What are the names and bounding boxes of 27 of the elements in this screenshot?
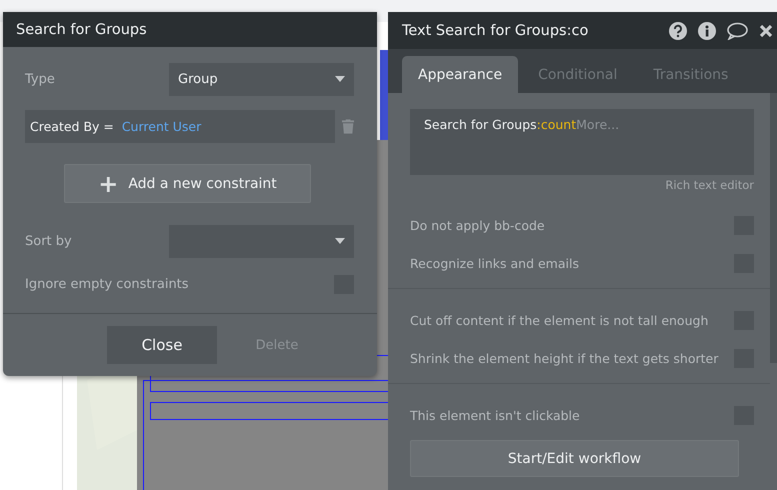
workflow-button[interactable]: Start/Edit workflow <box>410 440 739 477</box>
close-icon[interactable] <box>759 24 773 38</box>
field-label: Type <box>25 72 55 86</box>
comment-icon[interactable] <box>727 22 748 40</box>
checkbox-label: Do not apply bb-code <box>410 218 545 232</box>
dialog-title: Search for Groups <box>16 22 147 38</box>
tab[interactable]: Appearance <box>402 56 518 93</box>
caret-icon <box>335 76 345 82</box>
checkbox-label: Recognize links and emails <box>410 256 579 270</box>
info-icon[interactable] <box>698 22 716 40</box>
panel-title: Text Search for Groups:co <box>402 22 588 38</box>
checkbox-label: Cut off content if the element is not tall enough <box>410 312 708 328</box>
text-content-field[interactable]: Search for Groups:countMore... <box>410 109 754 175</box>
trash-icon[interactable] <box>342 119 354 134</box>
help-icon[interactable] <box>669 22 687 40</box>
checkbox-label: This element isn't clickable <box>410 408 580 422</box>
close-button[interactable]: Close <box>107 326 217 364</box>
add-constraint-button[interactable]: + Add a new constraint <box>64 164 311 203</box>
caret-icon <box>335 238 345 244</box>
rich-text-editor-link[interactable]: Rich text editor <box>665 178 754 192</box>
field-label: Sort by <box>25 234 72 248</box>
checkbox-label: Ignore empty constraints <box>25 276 189 292</box>
sort-dropdown[interactable] <box>169 224 354 258</box>
type-dropdown[interactable]: Group <box>169 62 354 96</box>
constraint-field[interactable]: Created By = Current User <box>25 110 335 143</box>
scrollbar[interactable] <box>770 93 777 363</box>
checkbox-label: Shrink the element height if the text gets shorter <box>410 350 718 366</box>
